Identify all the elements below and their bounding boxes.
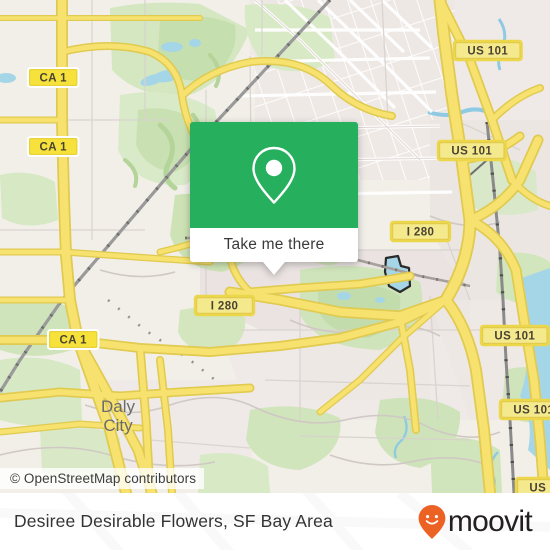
map-pin-icon xyxy=(252,146,296,204)
shield-label: US 101 xyxy=(467,46,508,58)
osm-attribution: © OpenStreetMap contributors xyxy=(0,468,205,489)
highway-shield: US 101 xyxy=(498,398,550,421)
place-label-group: DalyCity xyxy=(101,397,136,435)
moovit-smiley-pin-icon xyxy=(418,504,446,539)
popup-icon-panel xyxy=(190,122,358,228)
popup-pointer-tail xyxy=(263,262,285,275)
location-title: Desiree Desirable Flowers, SF Bay Area xyxy=(14,511,333,531)
moovit-map-screenshot: CA 1 CA 1 CA 1 I 280 I 280 US 101 US 101 US 101… xyxy=(0,0,550,550)
shield-label: US 101 xyxy=(513,405,550,417)
moovit-wordmark: moovit xyxy=(447,504,533,538)
popup-action-bar[interactable]: Take me there xyxy=(190,228,358,262)
shield-label: CA 1 xyxy=(60,335,88,347)
shield-label: I 280 xyxy=(407,227,435,239)
place-label: City xyxy=(103,416,133,435)
shield-label: US 101 xyxy=(529,483,550,493)
highway-shield: US 101 xyxy=(452,39,523,62)
shield-label: CA 1 xyxy=(40,142,68,154)
shield-label: US 101 xyxy=(451,146,492,158)
moovit-logo[interactable]: moovit xyxy=(417,504,533,540)
highway-shield: I 280 xyxy=(193,294,256,317)
shield-label: I 280 xyxy=(211,301,239,313)
highway-shield: CA 1 xyxy=(27,136,80,157)
shield-label: US 101 xyxy=(494,331,535,343)
shield-label: CA 1 xyxy=(40,73,68,85)
take-me-there-label: Take me there xyxy=(223,236,325,253)
map-canvas[interactable]: CA 1 CA 1 CA 1 I 280 I 280 US 101 US 101 US 101… xyxy=(0,0,550,493)
place-label: Daly xyxy=(101,397,136,416)
highway-shield: CA 1 xyxy=(27,67,80,88)
highway-shield: I 280 xyxy=(389,220,452,243)
highway-shield: US 101 xyxy=(479,324,550,347)
highway-shield: US 101 xyxy=(436,139,507,162)
footer-bar: Desiree Desirable Flowers, SF Bay Area m… xyxy=(0,493,550,550)
highway-shield: US 101 xyxy=(514,476,550,493)
highway-shield: CA 1 xyxy=(47,329,100,350)
destination-popup-card[interactable]: Take me there xyxy=(190,122,358,275)
